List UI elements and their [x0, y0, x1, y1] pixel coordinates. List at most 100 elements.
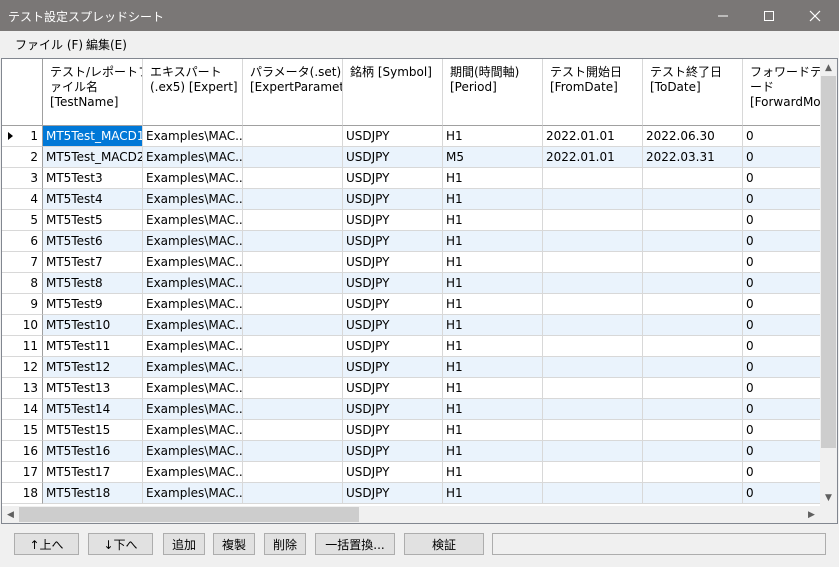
row-header[interactable]: 17 — [2, 462, 43, 483]
cell-from-date[interactable] — [543, 294, 643, 315]
cell-parameters[interactable] — [243, 147, 343, 168]
cell-from-date[interactable] — [543, 273, 643, 294]
cell-parameters[interactable] — [243, 441, 343, 462]
cell-expert[interactable]: Examples\MAC... — [143, 147, 243, 168]
cell-parameters[interactable] — [243, 399, 343, 420]
column-header-expert[interactable]: エキスパート (.ex5) [Expert] — [143, 59, 243, 126]
horizontal-scroll-thumb[interactable] — [19, 507, 359, 522]
column-header-period[interactable]: 期間(時間軸) [Period] — [443, 59, 543, 126]
cell-to-date[interactable] — [643, 315, 743, 336]
cell-period[interactable]: H1 — [443, 210, 543, 231]
cell-test-name[interactable]: MT5Test3 — [43, 168, 143, 189]
cell-parameters[interactable] — [243, 189, 343, 210]
column-header-to-date[interactable]: テスト終了日 [ToDate] — [643, 59, 743, 126]
row-header[interactable]: 3 — [2, 168, 43, 189]
cell-parameters[interactable] — [243, 210, 343, 231]
cell-to-date[interactable] — [643, 273, 743, 294]
cell-expert[interactable]: Examples\MAC... — [143, 231, 243, 252]
cell-to-date[interactable] — [643, 210, 743, 231]
cell-expert[interactable]: Examples\MAC... — [143, 126, 243, 147]
cell-expert[interactable]: Examples\MAC... — [143, 315, 243, 336]
cell-to-date[interactable]: 2022.03.31 — [643, 147, 743, 168]
cell-from-date[interactable] — [543, 252, 643, 273]
vertical-scroll-thumb[interactable] — [821, 76, 836, 448]
row-header[interactable]: 12 — [2, 357, 43, 378]
row-header[interactable]: 16 — [2, 441, 43, 462]
cell-parameters[interactable] — [243, 336, 343, 357]
cell-to-date[interactable] — [643, 462, 743, 483]
cell-period[interactable]: H1 — [443, 483, 543, 504]
row-header[interactable]: 15 — [2, 420, 43, 441]
scroll-left-icon[interactable]: ◀ — [2, 506, 19, 523]
menu-edit[interactable]: 編集(E) — [86, 36, 127, 53]
cell-expert[interactable]: Examples\MAC... — [143, 336, 243, 357]
cell-symbol[interactable]: USDJPY — [343, 231, 443, 252]
grid-corner[interactable] — [2, 59, 43, 126]
duplicate-button[interactable]: 複製 — [213, 533, 255, 555]
cell-from-date[interactable] — [543, 399, 643, 420]
cell-from-date[interactable] — [543, 378, 643, 399]
row-header[interactable]: 7 — [2, 252, 43, 273]
cell-test-name[interactable]: MT5Test12 — [43, 357, 143, 378]
cell-from-date[interactable] — [543, 357, 643, 378]
cell-test-name[interactable]: MT5Test7 — [43, 252, 143, 273]
cell-symbol[interactable]: USDJPY — [343, 210, 443, 231]
scroll-right-icon[interactable]: ▶ — [803, 506, 820, 523]
cell-period[interactable]: H1 — [443, 315, 543, 336]
cell-test-name[interactable]: MT5Test14 — [43, 399, 143, 420]
column-header-parameters[interactable]: パラメータ(.set) [ExpertParameters] — [243, 59, 343, 126]
row-header[interactable]: 9 — [2, 294, 43, 315]
cell-expert[interactable]: Examples\MAC... — [143, 357, 243, 378]
cell-period[interactable]: H1 — [443, 294, 543, 315]
cell-period[interactable]: M5 — [443, 147, 543, 168]
delete-button[interactable]: 削除 — [264, 533, 306, 555]
spreadsheet-grid[interactable]: テスト/レポートフ ァイル名 [TestName] エキスパート (.ex5) [… — [1, 58, 838, 524]
cell-symbol[interactable]: USDJPY — [343, 483, 443, 504]
cell-expert[interactable]: Examples\MAC... — [143, 441, 243, 462]
cell-symbol[interactable]: USDJPY — [343, 336, 443, 357]
cell-period[interactable]: H1 — [443, 420, 543, 441]
cell-test-name[interactable]: MT5Test18 — [43, 483, 143, 504]
cell-from-date[interactable] — [543, 462, 643, 483]
cell-test-name[interactable]: MT5Test5 — [43, 210, 143, 231]
cell-from-date[interactable] — [543, 441, 643, 462]
cell-expert[interactable]: Examples\MAC... — [143, 420, 243, 441]
cell-expert[interactable]: Examples\MAC... — [143, 378, 243, 399]
column-header-from-date[interactable]: テスト開始日 [FromDate] — [543, 59, 643, 126]
cell-test-name[interactable]: MT5Test9 — [43, 294, 143, 315]
cell-parameters[interactable] — [243, 231, 343, 252]
cell-to-date[interactable] — [643, 294, 743, 315]
row-header[interactable]: 13 — [2, 378, 43, 399]
cell-from-date[interactable] — [543, 420, 643, 441]
cell-symbol[interactable]: USDJPY — [343, 357, 443, 378]
cell-symbol[interactable]: USDJPY — [343, 399, 443, 420]
add-button[interactable]: 追加 — [163, 533, 205, 555]
verify-button[interactable]: 検証 — [404, 533, 484, 555]
cell-from-date[interactable] — [543, 336, 643, 357]
row-header[interactable]: 4 — [2, 189, 43, 210]
cell-period[interactable]: H1 — [443, 273, 543, 294]
cell-parameters[interactable] — [243, 168, 343, 189]
cell-parameters[interactable] — [243, 252, 343, 273]
cell-to-date[interactable] — [643, 483, 743, 504]
cell-period[interactable]: H1 — [443, 168, 543, 189]
cell-from-date[interactable]: 2022.01.01 — [543, 147, 643, 168]
column-header-test-name[interactable]: テスト/レポートフ ァイル名 [TestName] — [43, 59, 143, 126]
cell-parameters[interactable] — [243, 483, 343, 504]
horizontal-scrollbar[interactable]: ◀ ▶ — [2, 506, 820, 523]
scroll-up-icon[interactable]: ▲ — [820, 59, 837, 76]
row-header[interactable]: 18 — [2, 483, 43, 504]
minimize-button[interactable] — [700, 0, 746, 31]
cell-test-name[interactable]: MT5Test13 — [43, 378, 143, 399]
cell-test-name[interactable]: MT5Test17 — [43, 462, 143, 483]
row-header[interactable]: 6 — [2, 231, 43, 252]
cell-period[interactable]: H1 — [443, 378, 543, 399]
cell-expert[interactable]: Examples\MAC... — [143, 252, 243, 273]
cell-from-date[interactable] — [543, 315, 643, 336]
cell-to-date[interactable] — [643, 252, 743, 273]
cell-parameters[interactable] — [243, 126, 343, 147]
maximize-button[interactable] — [746, 0, 792, 31]
cell-symbol[interactable]: USDJPY — [343, 420, 443, 441]
scroll-down-icon[interactable]: ▼ — [820, 489, 837, 506]
cell-parameters[interactable] — [243, 378, 343, 399]
